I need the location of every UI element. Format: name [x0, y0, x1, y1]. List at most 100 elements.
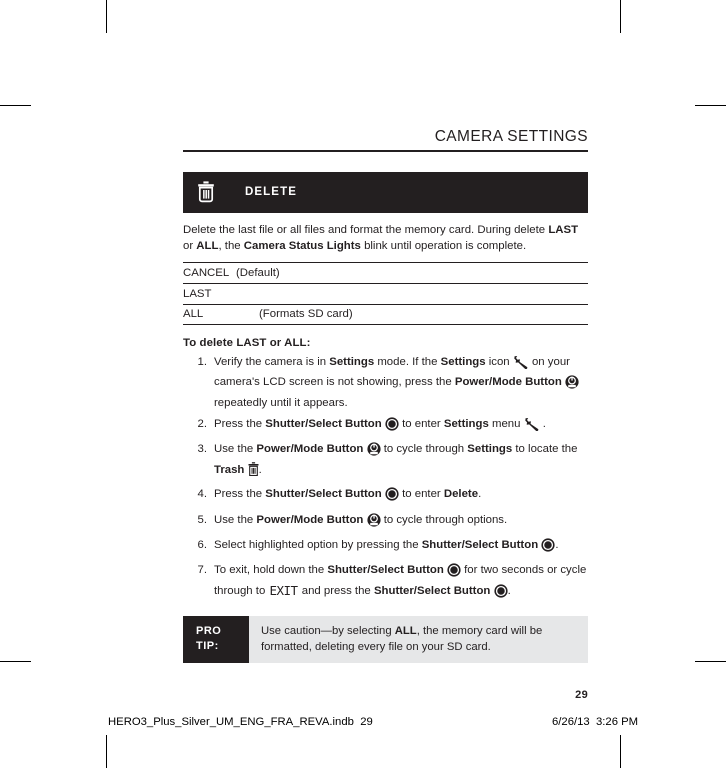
step-number: 6.: [197, 539, 208, 552]
procedure-step: 1. Verify the camera is in Settings mode.…: [183, 354, 588, 411]
step-text: Press the: [214, 488, 266, 501]
pro-tip-body: Use caution—by selecting ALL, the memory…: [249, 616, 588, 664]
step-text: to cycle through options.: [380, 513, 508, 526]
option-row[interactable]: LAST: [183, 282, 588, 304]
procedure-step: 7. To exit, hold down the Shutter/Select …: [183, 562, 588, 603]
shutter-select-button-icon: [493, 584, 508, 603]
step-text: to enter: [398, 418, 444, 430]
option-note: (Default): [236, 266, 280, 279]
page-running-head: CAMERA SETTINGS: [434, 128, 588, 145]
running-head-rule: [183, 150, 588, 152]
procedure-step: 6. Select highlighted option by pressing …: [183, 537, 588, 557]
page-number: 29: [575, 689, 588, 702]
pro-tip-label: PRO TIP:: [183, 616, 249, 664]
power-mode-button-icon: [366, 442, 381, 461]
option-row[interactable]: ALL (Formats SD card): [183, 303, 588, 325]
print-slug-filename: HERO3_Plus_Silver_UM_ENG_FRA_REVA.indb: [108, 716, 354, 728]
options-table: CANCEL (Default) LAST ALL (Formats SD card): [183, 261, 588, 325]
print-slug-page: 29: [360, 716, 373, 728]
option-name: ALL: [183, 308, 204, 321]
desc-part-2: or: [183, 240, 197, 253]
procedure-steps: 1. Verify the camera is in Settings mode.…: [183, 354, 588, 603]
shutter-select-button-icon: [385, 487, 399, 506]
step-text: Press the: [214, 418, 266, 430]
step-text: menu: [488, 418, 524, 430]
step-term: Power/Mode Button: [256, 443, 364, 456]
step-term: Settings: [329, 355, 375, 368]
step-text: Select highlighted option by pressing th…: [214, 539, 422, 552]
step-text: repeatedly until it appears.: [214, 396, 348, 409]
step-number: 3.: [197, 443, 208, 456]
power-mode-button-icon: [565, 375, 579, 394]
step-term: Settings: [467, 443, 513, 456]
step-text: and press the: [298, 584, 374, 597]
step-text: Verify the camera is in: [214, 355, 330, 368]
step-text: to locate the: [512, 443, 578, 456]
step-term: Settings: [440, 355, 486, 368]
option-name: LAST: [183, 287, 212, 300]
print-slug-date: 6/26/13: [552, 716, 590, 728]
step-text: .: [507, 584, 511, 597]
step-term: Shutter/Select Button: [373, 584, 491, 597]
crop-mark-bottom-right: [620, 735, 621, 768]
wrench-icon: [513, 355, 529, 374]
step-term: Shutter/Select Button: [327, 564, 444, 577]
step-term: Trash: [214, 463, 245, 476]
option-note: (Formats SD card): [259, 308, 353, 321]
step-text: Use the: [214, 513, 257, 526]
step-number: 2.: [197, 418, 208, 430]
option-row[interactable]: CANCEL (Default): [183, 261, 588, 283]
pro-tip-callout: PRO TIP: Use caution—by selecting ALL, t…: [183, 616, 588, 664]
option-name: CANCEL: [183, 266, 230, 279]
print-slug-left: HERO3_Plus_Silver_UM_ENG_FRA_REVA.indb 2…: [108, 716, 373, 728]
step-text: .: [258, 463, 262, 476]
pro-tip-label-line2: TIP:: [196, 639, 219, 652]
step-text: icon: [485, 355, 513, 368]
power-mode-button-icon: [366, 513, 381, 532]
shutter-select-button-icon: [541, 538, 555, 557]
manual-page: CAMERA SETTINGS DELETE Delete the last f…: [183, 128, 588, 701]
desc-part-4: blink until operation is complete.: [360, 240, 527, 253]
shutter-select-button-icon: [385, 417, 399, 436]
procedure-step: 2. Press the Shutter/Select Button to ent…: [183, 416, 588, 436]
step-text: .: [555, 539, 559, 552]
procedure-step: 5. Use the Power/Mode Button to cycle thr…: [183, 512, 588, 532]
crop-mark-left-top: [0, 105, 31, 106]
procedure-step: 3. Use the Power/Mode Button to cycle thr…: [183, 441, 588, 481]
procedure-title: To delete LAST or ALL:: [183, 336, 311, 349]
step-term: Delete: [443, 488, 479, 501]
crop-mark-top-left: [106, 0, 107, 33]
step-term: Settings: [443, 418, 489, 430]
step-text: mode. If the: [374, 355, 441, 368]
step-number: 4.: [197, 488, 208, 501]
step-term: Power/Mode Button: [256, 513, 364, 526]
step-text: .: [539, 418, 546, 430]
desc-part-3: , the: [218, 240, 244, 253]
step-number: 5.: [197, 513, 208, 526]
step-text: Use the: [214, 443, 257, 456]
step-number: 1.: [197, 355, 208, 368]
crop-mark-bottom-left: [106, 735, 107, 768]
step-term: Power/Mode Button: [454, 376, 562, 389]
trash-icon: [197, 181, 227, 203]
exit-menu-label: EXIT: [269, 582, 298, 598]
print-slug-right: 6/26/13 3:26 PM: [552, 716, 638, 728]
step-text: to cycle through: [380, 443, 468, 456]
desc-bold-status-lights: Camera Status Lights: [243, 240, 361, 253]
step-number: 7.: [197, 564, 208, 577]
shutter-select-button-icon: [447, 563, 461, 582]
procedure-step: 4. Press the Shutter/Select Button to ent…: [183, 486, 588, 506]
pro-tip-label-line1: PRO: [196, 625, 222, 638]
step-term: Shutter/Select Button: [265, 488, 382, 501]
wrench-icon: [524, 417, 540, 436]
trash-icon-small: [248, 462, 259, 481]
pro-tip-bold-all: ALL: [394, 625, 417, 638]
section-title: DELETE: [245, 186, 297, 199]
crop-mark-top-right: [620, 0, 621, 33]
crop-mark-right-bottom: [695, 661, 726, 662]
crop-mark-left-bottom: [0, 661, 31, 662]
step-text: To exit, hold down the: [214, 564, 328, 577]
desc-bold-last: LAST: [548, 223, 579, 236]
section-description: Delete the last file or all files and fo…: [183, 222, 588, 255]
step-text: to enter: [398, 488, 444, 501]
